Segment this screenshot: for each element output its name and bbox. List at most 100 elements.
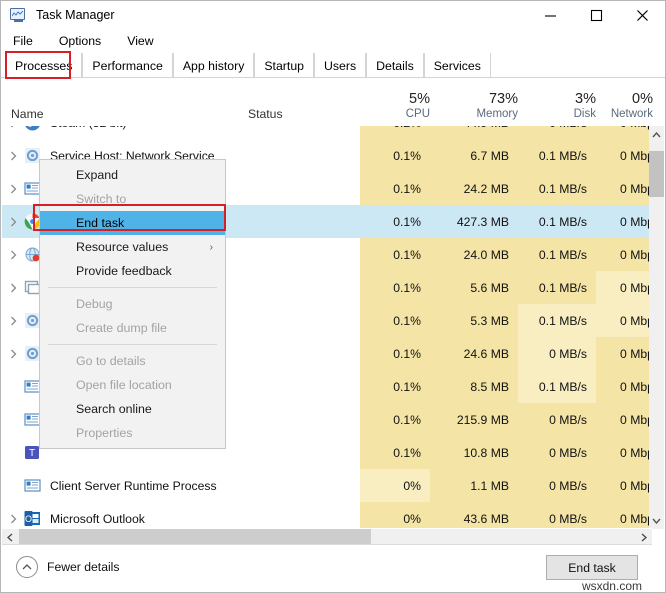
cell-cpu: 0.1%	[360, 205, 430, 238]
cell-disk: 0 MB/s	[518, 126, 596, 139]
cell-memory: 43.6 MB	[430, 502, 518, 529]
network-label: Network	[610, 108, 653, 120]
column-header-status[interactable]: Status	[248, 107, 283, 121]
menu-file[interactable]: File	[10, 32, 36, 50]
cell-network: 0 Mbps	[596, 304, 652, 337]
ctx-provide-feedback[interactable]: Provide feedback	[40, 259, 225, 283]
cell-memory: 10.8 MB	[430, 436, 518, 469]
cell-network: 0 Mbps	[596, 403, 652, 436]
cell-disk: 0 MB/s	[518, 403, 596, 436]
tab-services[interactable]: Services	[423, 53, 491, 78]
scroll-up-arrow-icon[interactable]	[649, 126, 664, 143]
menu-view[interactable]: View	[124, 32, 156, 50]
maximize-button[interactable]	[573, 1, 619, 29]
cell-cpu: 0%	[360, 502, 430, 529]
menu-bar: File Options View	[1, 29, 665, 53]
expand-chevron-icon[interactable]	[2, 250, 24, 260]
horizontal-scrollbar[interactable]	[2, 528, 652, 545]
cell-network: 0 Mbps	[596, 370, 652, 403]
network-percent: 0%	[632, 91, 653, 107]
status-bar: Fewer details End task wsxdn.com	[2, 544, 652, 593]
column-header-memory[interactable]: 73% Memory	[430, 91, 518, 122]
process-name-cell[interactable]: O Microsoft Outlook	[2, 502, 360, 529]
cell-memory: 5.6 MB	[430, 271, 518, 304]
table-row[interactable]: Client Server Runtime Process 0% 1.1 MB 0 M…	[2, 469, 652, 502]
expand-chevron-icon[interactable]	[2, 514, 24, 524]
ctx-create-dump-file: Create dump file	[40, 316, 225, 340]
cell-disk: 0 MB/s	[518, 436, 596, 469]
column-header-name[interactable]: Name	[11, 107, 44, 121]
expand-chevron-icon[interactable]	[2, 217, 24, 227]
tab-performance[interactable]: Performance	[82, 53, 173, 78]
cell-cpu: 0.2%	[360, 126, 430, 139]
tab-app-history[interactable]: App history	[172, 53, 255, 78]
cell-cpu: 0.1%	[360, 172, 430, 205]
expand-chevron-icon[interactable]	[2, 349, 24, 359]
ctx-separator-2	[48, 344, 217, 345]
scroll-left-arrow-icon[interactable]	[2, 529, 18, 545]
app-icon	[24, 477, 41, 494]
cell-cpu: 0.1%	[360, 139, 430, 172]
column-header-cpu[interactable]: 5% CPU	[360, 91, 430, 122]
expand-chevron-icon[interactable]	[2, 126, 24, 128]
context-menu-item-label: Properties	[76, 426, 133, 440]
cell-cpu: 0.1%	[360, 304, 430, 337]
table-row[interactable]: O Microsoft Outlook 0%43.6 MB0 MB/s0 Mbps	[2, 502, 652, 529]
end-task-annotation-box	[33, 204, 226, 231]
expand-chevron-icon[interactable]	[2, 184, 24, 194]
expand-chevron-icon[interactable]	[2, 283, 24, 293]
svg-text:O: O	[25, 514, 32, 524]
cell-network: 0 Mbps	[596, 436, 652, 469]
table-row[interactable]: Steam (32 bit) 0.2%44.9 MB0 MB/s0 Mbps	[2, 126, 652, 139]
scroll-down-arrow-icon[interactable]	[649, 512, 664, 529]
memory-percent: 73%	[488, 91, 518, 107]
ctx-expand[interactable]: Expand	[40, 163, 225, 187]
expand-chevron-icon[interactable]	[2, 151, 24, 161]
expand-chevron-icon[interactable]	[2, 316, 24, 326]
vertical-scrollbar[interactable]	[649, 126, 664, 529]
context-menu-item-label: Resource values	[76, 240, 169, 254]
cpu-label: CPU	[405, 108, 430, 120]
menu-options[interactable]: Options	[56, 32, 104, 50]
process-name-cell[interactable]: Steam (32 bit)	[2, 126, 360, 139]
scroll-right-arrow-icon[interactable]	[636, 529, 652, 545]
submenu-arrow-icon: ›	[209, 241, 213, 253]
fewer-details-button[interactable]: Fewer details	[16, 556, 119, 578]
end-task-button[interactable]: End task	[546, 555, 638, 580]
process-name-label: Microsoft Outlook	[50, 511, 145, 526]
ctx-resource-values[interactable]: Resource values ›	[40, 235, 225, 259]
context-menu-item-label: Expand	[76, 168, 119, 182]
cell-memory: 1.1 MB	[430, 469, 518, 502]
cell-network: 0 Mbps	[596, 337, 652, 370]
window-title: Task Manager	[36, 8, 115, 22]
cell-cpu: 0.1%	[360, 271, 430, 304]
close-button[interactable]	[619, 1, 665, 29]
horizontal-scrollbar-thumb[interactable]	[19, 529, 371, 545]
ctx-search-online[interactable]: Search online	[40, 397, 225, 421]
cell-disk: 0.1 MB/s	[518, 205, 596, 238]
memory-label: Memory	[476, 108, 518, 120]
cell-disk: 0 MB/s	[518, 337, 596, 370]
process-name-cell[interactable]: Client Server Runtime Process	[2, 469, 360, 502]
cell-disk: 0.1 MB/s	[518, 271, 596, 304]
tab-strip: Processes Performance App history Startu…	[1, 51, 665, 79]
cpu-percent: 5%	[409, 91, 430, 107]
tab-users[interactable]: Users	[314, 53, 367, 78]
task-manager-window: Task Manager File Options View Processes…	[0, 0, 666, 593]
vertical-scrollbar-thumb[interactable]	[649, 151, 664, 197]
cell-network: 0 Mbps	[596, 205, 652, 238]
title-bar: Task Manager	[1, 1, 665, 29]
cell-memory: 24.2 MB	[430, 172, 518, 205]
chevron-up-circle-icon	[16, 556, 38, 578]
tab-startup[interactable]: Startup	[254, 53, 314, 78]
fewer-details-label: Fewer details	[47, 560, 120, 574]
cell-network: 0 Mbps	[596, 502, 652, 529]
cell-disk: 0.1 MB/s	[518, 370, 596, 403]
cell-network: 0 Mbps	[596, 139, 652, 172]
column-header-network[interactable]: 0% Network	[580, 91, 653, 122]
cell-cpu: 0.1%	[360, 238, 430, 271]
tab-details[interactable]: Details	[366, 53, 424, 78]
cell-disk: 0.1 MB/s	[518, 139, 596, 172]
minimize-button[interactable]	[527, 1, 573, 29]
context-menu[interactable]: Expand Switch to End task Resource values › P…	[39, 159, 226, 449]
